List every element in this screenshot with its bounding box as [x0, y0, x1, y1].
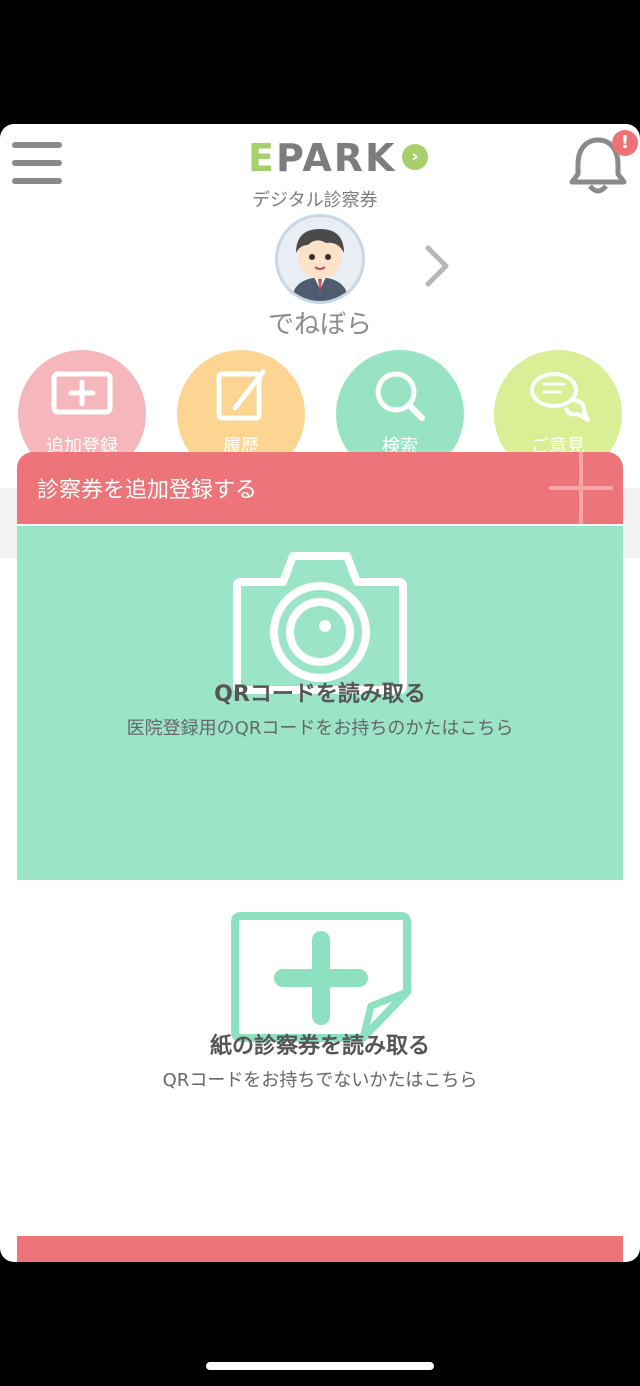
logo-wordmark: EPARK [248, 136, 397, 180]
menu-icon[interactable] [12, 140, 62, 186]
avatar[interactable] [275, 214, 365, 304]
username: でねぼら [267, 310, 372, 340]
close-plus-icon[interactable] [547, 452, 615, 524]
sheet-header: 診察券を追加登録する [17, 452, 623, 524]
profile-chevron-icon[interactable] [422, 244, 452, 288]
camera-icon [233, 552, 407, 694]
notification-badge: ! [612, 130, 638, 156]
app-screen: EPARK › デジタル診察券 ! でねぼら 追加登録 履歴 検索 ご意見 診察… [0, 124, 640, 1262]
scan-qr-subtitle: 医院登録用のQRコードをお持ちのかたはこちら [126, 718, 514, 739]
scan-paper-title: 紙の診察券を読み取る [209, 1034, 430, 1059]
speech-bubbles-icon [526, 368, 590, 424]
search-icon [368, 368, 432, 424]
scan-qr-option[interactable]: QRコードを読み取る 医院登録用のQRコードをお持ちのかたはこちら [17, 526, 623, 880]
scan-paper-card-option[interactable]: 紙の診察券を読み取る QRコードをお持ちでないかたはこちら [17, 880, 623, 1236]
epark-logo: EPARK › デジタル診察券 [248, 136, 448, 211]
pencil-note-icon [209, 368, 273, 424]
home-indicator[interactable] [206, 1362, 434, 1370]
sheet-footer-bar[interactable] [17, 1236, 623, 1262]
add-card-icon [50, 368, 114, 424]
add-card-icon [231, 912, 411, 1042]
sheet-title: 診察券を追加登録する [37, 478, 258, 503]
logo-subtitle: デジタル診察券 [252, 190, 378, 211]
scan-qr-title: QRコードを読み取る [214, 682, 426, 707]
scan-paper-subtitle: QRコードをお持ちでないかたはこちら [162, 1070, 478, 1091]
add-card-sheet: 診察券を追加登録する QRコードを読み取る 医院登録用のQRコードをお持ちのかた… [17, 452, 623, 1262]
logo-arrow-icon: › [402, 144, 428, 170]
